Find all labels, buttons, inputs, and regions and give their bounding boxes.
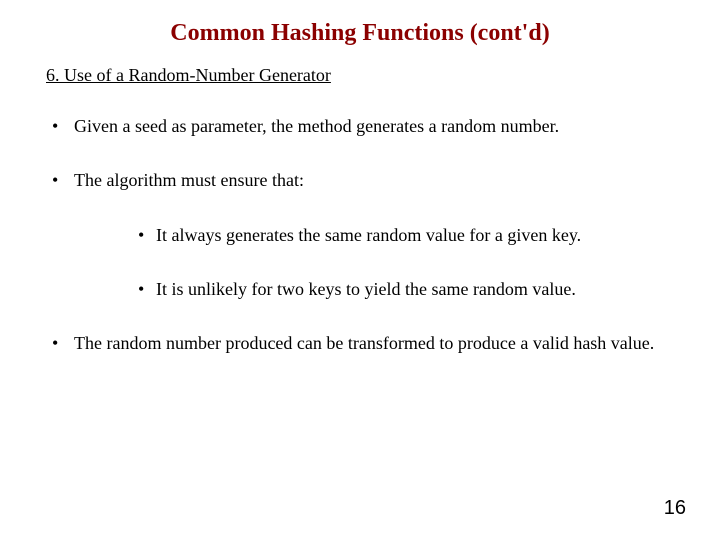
sub-bullet-list: It always generates the same random valu… [134,223,680,302]
bullet-text: Given a seed as parameter, the method ge… [74,116,559,136]
bullet-item: The random number produced can be transf… [46,331,680,355]
bullet-item: The algorithm must ensure that: It alway… [46,168,680,301]
sub-bullet-item: It always generates the same random valu… [134,223,680,247]
sub-bullet-item: It is unlikely for two keys to yield the… [134,277,680,301]
sub-bullet-text: It always generates the same random valu… [156,225,581,245]
bullet-list: Given a seed as parameter, the method ge… [46,114,680,355]
sub-bullet-text: It is unlikely for two keys to yield the… [156,279,576,299]
bullet-item: Given a seed as parameter, the method ge… [46,114,680,138]
section-heading: 6. Use of a Random-Number Generator [46,65,680,86]
bullet-text: The random number produced can be transf… [74,333,654,353]
bullet-text: The algorithm must ensure that: [74,170,304,190]
page-number: 16 [664,497,686,520]
slide-title: Common Hashing Functions (cont'd) [40,20,680,47]
